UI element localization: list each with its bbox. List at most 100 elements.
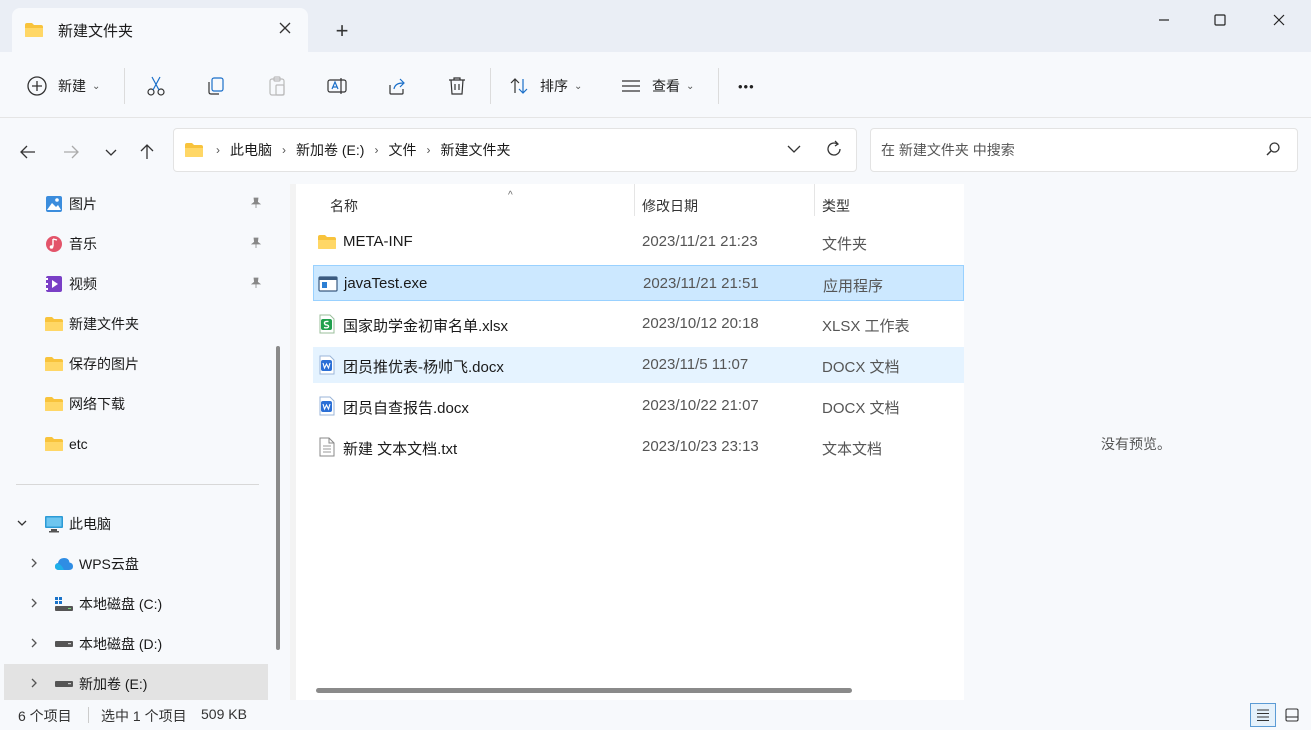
chevron-right-icon[interactable] bbox=[28, 557, 40, 572]
chevron-down-icon bbox=[105, 149, 117, 156]
sidebar-item-saved-pictures[interactable]: 保存的图片 bbox=[4, 346, 268, 382]
toolbar-divider bbox=[490, 68, 491, 104]
column-header-date[interactable]: 修改日期 bbox=[642, 190, 814, 222]
address-history-dropdown[interactable] bbox=[786, 141, 802, 160]
delete-button[interactable] bbox=[446, 70, 468, 102]
search-input[interactable] bbox=[881, 142, 1241, 158]
sidebar-item-downloads[interactable]: 网络下载 bbox=[4, 386, 268, 422]
file-row-docx-tuiyou[interactable]: 团员推优表-杨帅飞.docx 2023/11/5 11:07 DOCX 文档 bbox=[313, 347, 964, 383]
txt-icon bbox=[317, 437, 337, 457]
sidebar-item-drive-c[interactable]: 本地磁盘 (C:) bbox=[4, 586, 268, 622]
chevron-right-icon[interactable]: › bbox=[426, 143, 430, 157]
file-name: 新建 文本文档.txt bbox=[343, 441, 458, 458]
pin-icon[interactable] bbox=[250, 197, 262, 212]
file-row-txt[interactable]: 新建 文本文档.txt 2023/10/23 23:13 文本文档 bbox=[313, 429, 964, 465]
file-type: 应用程序 bbox=[823, 278, 884, 295]
chevron-right-icon[interactable] bbox=[28, 597, 40, 612]
tiles-view-button[interactable] bbox=[1279, 703, 1305, 727]
close-window-button[interactable] bbox=[1257, 6, 1301, 34]
sidebar-item-drive-e[interactable]: 新加卷 (E:) bbox=[4, 664, 268, 700]
new-tab-button[interactable]: + bbox=[330, 20, 354, 44]
sidebar-item-drive-d[interactable]: 本地磁盘 (D:) bbox=[4, 626, 268, 662]
column-header-name[interactable]: 名称 ^ bbox=[330, 190, 634, 222]
file-type: 文本文档 bbox=[822, 441, 883, 458]
address-bar[interactable]: › 此电脑 › 新加卷 (E:) › 文件 › 新建文件夹 bbox=[173, 128, 857, 172]
sort-ascending-icon: ^ bbox=[508, 190, 513, 201]
file-date: 2023/10/12 20:18 bbox=[642, 315, 759, 332]
toolbar-divider bbox=[124, 68, 125, 104]
forward-button[interactable] bbox=[57, 138, 85, 166]
column-divider[interactable] bbox=[814, 184, 815, 216]
scissors-icon bbox=[147, 76, 165, 96]
exe-icon bbox=[318, 274, 338, 294]
file-row-xlsx[interactable]: 国家助学金初审名单.xlsx 2023/10/12 20:18 XLSX 工作表 bbox=[313, 306, 964, 342]
copy-button[interactable] bbox=[205, 70, 227, 102]
view-button[interactable]: 查看 ⌄ bbox=[620, 70, 694, 102]
sidebar-item-videos[interactable]: 视频 bbox=[4, 266, 268, 302]
chevron-down-icon bbox=[787, 145, 801, 153]
folder-icon bbox=[185, 143, 203, 157]
breadcrumb-this-pc[interactable]: 此电脑 bbox=[230, 140, 272, 160]
drive-icon bbox=[54, 674, 74, 694]
videos-icon bbox=[44, 274, 64, 294]
file-row-javatest-exe[interactable]: javaTest.exe 2023/11/21 21:51 应用程序 bbox=[313, 265, 964, 301]
sidebar-item-new-folder[interactable]: 新建文件夹 bbox=[4, 306, 268, 342]
sort-button[interactable]: 排序 ⌄ bbox=[508, 70, 582, 102]
share-icon bbox=[389, 78, 405, 95]
file-type: XLSX 工作表 bbox=[822, 318, 910, 335]
more-options-button[interactable]: ••• bbox=[738, 70, 755, 102]
sidebar-item-music[interactable]: 音乐 bbox=[4, 226, 268, 262]
folder-icon bbox=[44, 354, 64, 374]
details-view-button[interactable] bbox=[1250, 703, 1276, 727]
new-button[interactable]: 新建 ⌄ bbox=[26, 70, 100, 102]
back-button[interactable] bbox=[14, 138, 42, 166]
docx-icon bbox=[317, 355, 337, 375]
tab-title: 新建文件夹 bbox=[58, 22, 134, 40]
file-type: DOCX 文档 bbox=[822, 400, 900, 417]
pin-icon[interactable] bbox=[250, 277, 262, 292]
chevron-down-icon[interactable] bbox=[16, 517, 28, 532]
chevron-right-icon[interactable] bbox=[28, 637, 40, 652]
search-box[interactable] bbox=[870, 128, 1298, 172]
chevron-right-icon[interactable] bbox=[28, 677, 40, 692]
sidebar-item-wps-cloud[interactable]: WPS云盘 bbox=[4, 546, 268, 582]
music-icon bbox=[44, 234, 64, 254]
refresh-button[interactable] bbox=[824, 139, 844, 162]
file-date: 2023/10/22 21:07 bbox=[642, 397, 759, 414]
recent-locations-button[interactable] bbox=[97, 138, 125, 166]
file-row-meta-inf[interactable]: META-INF 2023/11/21 21:23 文件夹 bbox=[313, 224, 964, 260]
sidebar-scrollbar[interactable] bbox=[276, 346, 280, 650]
up-button[interactable] bbox=[133, 138, 161, 166]
pin-icon[interactable] bbox=[250, 237, 262, 252]
column-divider[interactable] bbox=[634, 184, 635, 216]
file-name: META-INF bbox=[343, 233, 413, 250]
close-tab-icon[interactable] bbox=[276, 20, 294, 38]
file-date: 2023/10/23 23:13 bbox=[642, 438, 759, 455]
sidebar-item-this-pc[interactable]: 此电脑 bbox=[4, 506, 268, 542]
cut-button[interactable] bbox=[145, 70, 167, 102]
rename-button[interactable] bbox=[326, 70, 348, 102]
file-row-docx-zicha[interactable]: 团员自查报告.docx 2023/10/22 21:07 DOCX 文档 bbox=[313, 388, 964, 424]
breadcrumb-new-folder[interactable]: 新建文件夹 bbox=[440, 140, 510, 160]
horizontal-scrollbar[interactable] bbox=[316, 688, 852, 693]
sidebar-item-label: etc bbox=[69, 436, 88, 452]
folder-icon bbox=[25, 23, 43, 37]
selection-count: 选中 1 个项目 bbox=[101, 708, 187, 724]
paste-button[interactable] bbox=[266, 70, 288, 102]
column-header-type[interactable]: 类型 bbox=[822, 190, 942, 222]
sidebar-item-etc[interactable]: etc bbox=[4, 426, 268, 462]
minimize-button[interactable] bbox=[1142, 6, 1186, 34]
file-type: 文件夹 bbox=[822, 236, 868, 253]
search-icon[interactable] bbox=[1265, 141, 1281, 160]
command-bar: 新建 ⌄ 排序 ⌄ 查看 ⌄ ••• bbox=[0, 52, 1311, 118]
breadcrumb-drive-e[interactable]: 新加卷 (E:) bbox=[296, 140, 364, 160]
tab-current-folder[interactable]: 新建文件夹 bbox=[12, 8, 308, 52]
chevron-right-icon[interactable]: › bbox=[282, 143, 286, 157]
sidebar-item-pictures[interactable]: 图片 bbox=[4, 186, 268, 222]
chevron-right-icon[interactable]: › bbox=[374, 143, 378, 157]
share-button[interactable] bbox=[386, 70, 408, 102]
breadcrumb-files[interactable]: 文件 bbox=[388, 140, 416, 160]
drive-icon bbox=[54, 634, 74, 654]
folder-icon bbox=[44, 394, 64, 414]
maximize-button[interactable] bbox=[1198, 6, 1242, 34]
